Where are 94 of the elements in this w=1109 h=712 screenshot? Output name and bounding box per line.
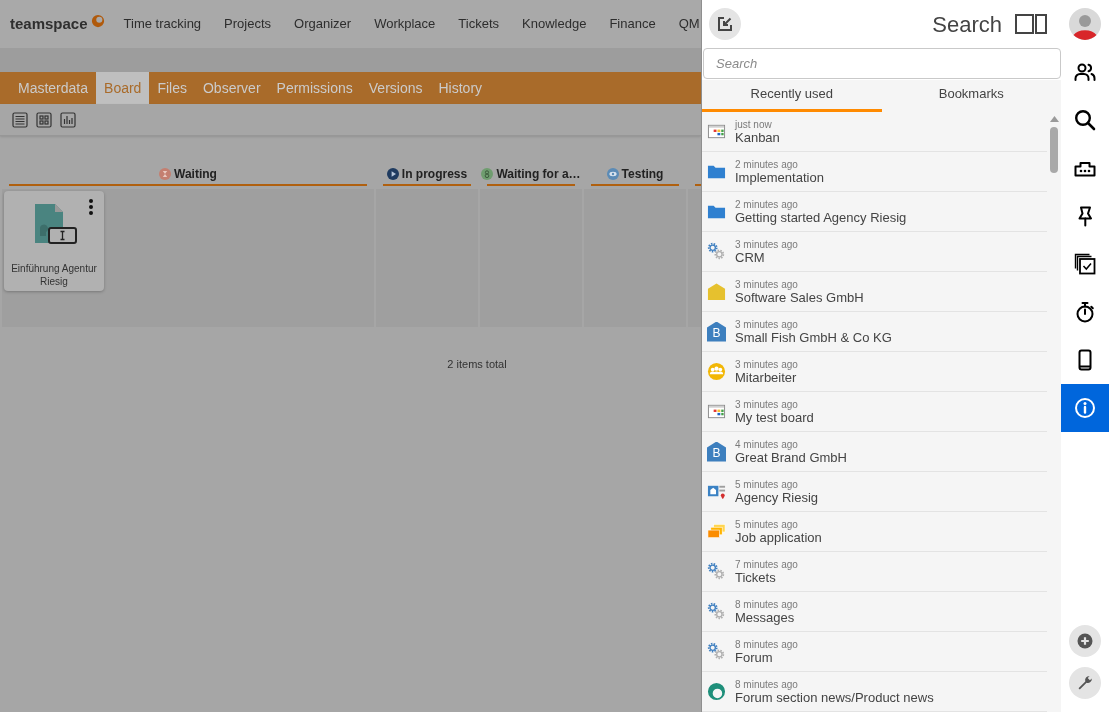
item-time: 5 minutes ago [735,518,799,530]
recent-item[interactable]: B 3 minutes ago Small Fish GmbH & Co KG [702,312,1047,352]
kebab-menu-icon[interactable] [89,199,93,215]
item-time: 2 minutes ago [735,198,799,210]
letter-house-icon: B [707,441,726,462]
item-title: Implementation [735,169,824,185]
board-card[interactable]: Einführung Agentur Riesig [4,191,104,291]
item-time: 3 minutes ago [735,398,799,410]
logo-text[interactable]: teamspace [10,12,88,36]
add-button[interactable] [1069,625,1101,657]
nav-link[interactable]: Organizer [294,14,352,34]
recent-item[interactable]: 8 minutes ago Forum [702,632,1047,672]
item-title: Kanban [735,129,780,145]
nav-link[interactable]: QM [678,14,700,34]
search-icon [1073,108,1097,132]
item-time: 3 minutes ago [735,358,798,370]
board-icon [707,402,726,421]
team-icon [707,362,726,381]
item-time: 3 minutes ago [735,238,798,250]
item-time: 7 minutes ago [735,558,798,570]
nav-link[interactable]: Projects [224,14,272,34]
edit-button[interactable] [709,8,741,40]
column-title: In progress [401,166,468,183]
column-title: Waiting [174,166,217,183]
recent-item[interactable]: B 4 minutes ago Great Brand GmbH [702,432,1047,472]
gears-icon [707,602,726,621]
letter-house-icon: B [707,321,726,342]
panel-title: Search [932,10,1002,39]
item-title: CRM [735,249,766,265]
item-time: 8 minutes ago [735,638,798,650]
nav-link[interactable]: Time tracking [123,14,202,34]
nav-link[interactable]: Tickets [458,14,500,34]
item-title: My test board [735,409,814,425]
item-time: 8 minutes ago [735,678,799,690]
item-title: Mitarbeiter [735,369,797,385]
recent-item[interactable]: 8 minutes ago Messages [702,592,1047,632]
gears-icon [707,642,726,661]
item-time: 3 minutes ago [735,318,799,330]
split-view-icon[interactable] [1015,14,1047,34]
info-icon [1073,396,1097,420]
recent-item[interactable]: 3 minutes ago CRM [702,232,1047,272]
item-title: Agency Riesig [735,489,819,505]
items-total-text: 2 items total [447,358,507,370]
list-view-icon[interactable] [12,111,28,128]
forum-icon [707,682,726,701]
item-title: Job application [735,529,822,545]
item-title: Forum [735,649,774,665]
bar-chart-icon[interactable] [60,111,76,128]
tab[interactable]: Bookmarks [881,80,1061,112]
logo-icon [90,14,105,28]
recent-item[interactable]: 5 minutes ago Agency Riesig [702,472,1047,512]
recent-item[interactable]: 5 minutes ago Job application [702,512,1047,552]
item-time: 8 minutes ago [735,598,798,610]
item-title: Forum section news/Product news [735,689,934,705]
nav-link[interactable]: Finance [609,14,656,34]
item-title: Great Brand GmbH [735,449,847,465]
grid-view-icon[interactable] [36,111,52,128]
scrollbar-thumb[interactable] [1050,127,1058,173]
recent-item[interactable]: 2 minutes ago Implementation [702,152,1047,192]
item-title: Small Fish GmbH & Co KG [735,329,892,345]
recent-item[interactable]: 3 minutes ago My test board [702,392,1047,432]
recent-item[interactable]: 2 minutes ago Getting started Agency Riesig [702,192,1047,232]
tools-button[interactable] [1069,667,1101,699]
card-title: Einführung Agentur Riesig [10,262,98,288]
stacked-cards-icon [707,522,726,541]
item-time: just now [735,118,773,130]
gears-icon [707,242,726,261]
recent-item[interactable]: 3 minutes ago Software Sales GmbH [702,272,1047,312]
nav-link[interactable]: Knowledge [522,14,587,34]
recent-item[interactable]: 3 minutes ago Mitarbeiter [702,352,1047,392]
board-icon [707,122,726,141]
item-time: 3 minutes ago [735,278,799,290]
gears-icon [707,562,726,581]
avatar-icon[interactable] [1069,8,1101,40]
item-title: Messages [735,609,795,625]
recent-item[interactable]: 7 minutes ago Tickets [702,552,1047,592]
nav-link[interactable]: Workplace [374,14,436,34]
column-title: Waiting for a… [496,166,581,183]
item-title: Getting started Agency Riesig [735,209,907,225]
item-time: 4 minutes ago [735,438,799,450]
item-title: Tickets [735,569,777,585]
wrench-icon [1077,675,1093,691]
item-time: 2 minutes ago [735,158,799,170]
plus-icon [1077,633,1093,649]
scroll-up-icon[interactable] [1049,116,1059,122]
checklist-icon [1073,252,1097,276]
column-title: Testing [621,166,664,183]
item-time: 5 minutes ago [735,478,799,490]
house-icon [707,282,726,301]
recent-item[interactable]: just now Kanban [702,112,1047,152]
recent-item[interactable]: 8 minutes ago Forum section news/Product news [702,672,1047,712]
item-title: Software Sales GmbH [735,289,864,305]
edit-icon [717,16,733,32]
search-field[interactable]: Search [703,48,1061,79]
